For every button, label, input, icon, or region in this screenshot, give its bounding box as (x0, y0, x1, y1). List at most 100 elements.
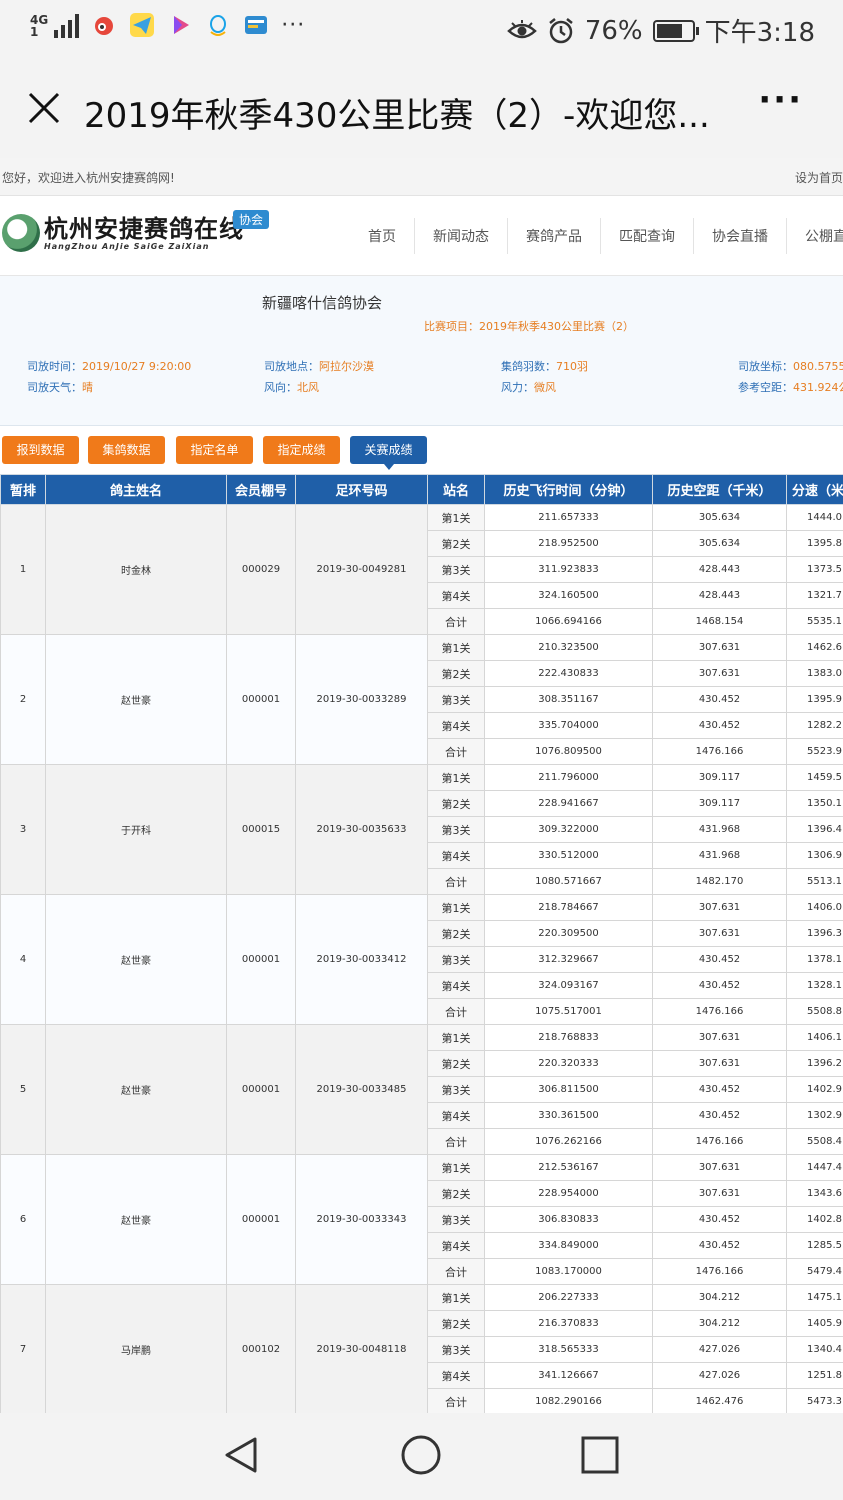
station-cell: 合计 (427, 868, 485, 895)
distance-cell: 431.968 (652, 842, 787, 869)
set-homepage-link[interactable]: 设为首页 (795, 169, 843, 186)
nav-match-query[interactable]: 匹配查询 (601, 218, 694, 254)
station-cell: 合计 (427, 1258, 485, 1285)
wind-force-value: 微风 (534, 381, 556, 394)
recents-square-icon[interactable] (578, 1433, 622, 1477)
tab-designated-list[interactable]: 指定名单 (176, 436, 253, 464)
station-cell: 第2关 (427, 660, 485, 687)
distance-cell: 307.631 (652, 1024, 787, 1051)
col-station[interactable]: 站名 (427, 474, 485, 505)
flight-time-cell: 1075.517001 (484, 998, 653, 1025)
distance-cell: 307.631 (652, 660, 787, 687)
welcome-text: 您好，欢迎进入杭州安捷赛鸽网! (2, 171, 175, 185)
release-weather: 司放天气：晴 (27, 379, 93, 395)
close-icon[interactable] (26, 90, 62, 126)
station-cell: 第3关 (427, 1336, 485, 1363)
rank-cell: 3 (0, 764, 46, 895)
nav-news[interactable]: 新闻动态 (415, 218, 508, 254)
distance-cell: 305.634 (652, 530, 787, 557)
flight-time-cell: 1082.290166 (484, 1388, 653, 1413)
speed-cell: 5523.9 (786, 738, 843, 765)
browser-title-bar: 2019年秋季430公里比赛（2）-欢迎您... ··· (0, 58, 843, 158)
tab-stage-results[interactable]: 关赛成绩 (350, 436, 427, 470)
station-cell: 第1关 (427, 1154, 485, 1181)
owner-name-cell: 于开科 (45, 764, 227, 895)
flight-time-cell: 309.322000 (484, 816, 653, 843)
status-right: 76% 下午3:18 (506, 12, 815, 49)
flight-time-cell: 211.796000 (484, 764, 653, 791)
owner-name-cell: 赵世豪 (45, 1154, 227, 1285)
nav-home[interactable]: 首页 (350, 218, 415, 254)
col-ring[interactable]: 足环号码 (295, 474, 428, 505)
speed-cell: 1406.0 (786, 894, 843, 921)
col-rank[interactable]: 暂排 (0, 474, 46, 505)
distance-cell: 1462.476 (652, 1388, 787, 1413)
nav-products[interactable]: 赛鸽产品 (508, 218, 601, 254)
release-time: 司放时间：2019/10/27 9:20:00 (27, 358, 191, 374)
speed-cell: 1406.1 (786, 1024, 843, 1051)
back-triangle-icon[interactable] (219, 1433, 263, 1477)
speed-cell: 1251.8 (786, 1362, 843, 1389)
col-owner[interactable]: 鸽主姓名 (45, 474, 227, 505)
station-cell: 合计 (427, 1128, 485, 1155)
more-icon[interactable]: ··· (758, 80, 803, 120)
nav-association-live[interactable]: 协会直播 (694, 218, 787, 254)
flight-time-cell: 306.830833 (484, 1206, 653, 1233)
station-cell: 第1关 (427, 894, 485, 921)
distance-cell: 1468.154 (652, 608, 787, 635)
ring-number-cell: 2019-30-0033289 (295, 634, 428, 765)
distance-cell: 307.631 (652, 1050, 787, 1077)
flight-time-cell: 335.704000 (484, 712, 653, 739)
owner-name-cell: 赵世豪 (45, 894, 227, 1025)
station-cell: 第1关 (427, 1024, 485, 1051)
col-flight-time[interactable]: 历史飞行时间（分钟） (484, 474, 653, 505)
col-speed[interactable]: 分速（米） (786, 474, 843, 505)
welcome-bar: 您好，欢迎进入杭州安捷赛鸽网! 设为首页 (0, 158, 843, 196)
flight-time-cell: 206.227333 (484, 1284, 653, 1311)
speed-cell: 1444.0 (786, 504, 843, 531)
flight-time-cell: 220.309500 (484, 920, 653, 947)
speed-cell: 1306.9 (786, 842, 843, 869)
speed-cell: 1395.9 (786, 686, 843, 713)
speed-cell: 1447.4 (786, 1154, 843, 1181)
eye-comfort-icon (506, 19, 537, 38)
logo-subtext: HangZhou AnJie SaiGe ZaiXian (44, 241, 210, 251)
battery-percent: 76% (584, 15, 643, 46)
wind-force-label: 风力： (501, 381, 534, 394)
speed-cell: 5508.8 (786, 998, 843, 1025)
flight-time-cell: 1066.694166 (484, 608, 653, 635)
ring-number-cell: 2019-30-0049281 (295, 504, 428, 635)
station-cell: 第2关 (427, 920, 485, 947)
count-label: 集鸽羽数： (501, 360, 556, 373)
telegram-app-icon (130, 13, 155, 37)
tab-check-in-data[interactable]: 报到数据 (2, 436, 79, 464)
table-row: 2 赵世豪 000001 2019-30-0033289 第1关 210.323500 30… (0, 634, 843, 765)
flight-time-cell: 218.784667 (484, 894, 653, 921)
site-logo[interactable]: 杭州安捷赛鸽在线 HangZhou AnJie SaiGe ZaiXian (2, 214, 244, 252)
distance-cell: 309.117 (652, 790, 787, 817)
tab-designated-results[interactable]: 指定成绩 (263, 436, 340, 464)
distance-cell: 305.634 (652, 504, 787, 531)
distance-cell: 304.212 (652, 1310, 787, 1337)
nav-loft-live[interactable]: 公棚直播 (787, 218, 843, 254)
flight-time-cell: 212.536167 (484, 1154, 653, 1181)
home-circle-icon[interactable] (399, 1433, 443, 1477)
rank-cell: 4 (0, 894, 46, 1025)
ring-number-cell: 2019-30-0033343 (295, 1154, 428, 1285)
results-body: 1 时金林 000029 2019-30-0049281 第1关 211.657333 30… (0, 504, 843, 1413)
tab-collection-data[interactable]: 集鸽数据 (88, 436, 165, 464)
speed-cell: 5508.4 (786, 1128, 843, 1155)
speed-cell: 1462.6 (786, 634, 843, 661)
member-id-cell: 000001 (226, 1154, 296, 1285)
distance-cell: 307.631 (652, 634, 787, 661)
rank-cell: 6 (0, 1154, 46, 1285)
distance-cell: 430.452 (652, 1232, 787, 1259)
table-row: 3 于开科 000015 2019-30-0035633 第1关 211.796000 30… (0, 764, 843, 895)
member-id-cell: 000001 (226, 634, 296, 765)
col-member[interactable]: 会员棚号 (226, 474, 296, 505)
station-cell: 第2关 (427, 1180, 485, 1207)
col-distance[interactable]: 历史空距（千米） (652, 474, 787, 505)
flight-time-cell: 1076.809500 (484, 738, 653, 765)
qq-app-icon (210, 15, 227, 36)
owner-name-cell: 马岸鹏 (45, 1284, 227, 1413)
